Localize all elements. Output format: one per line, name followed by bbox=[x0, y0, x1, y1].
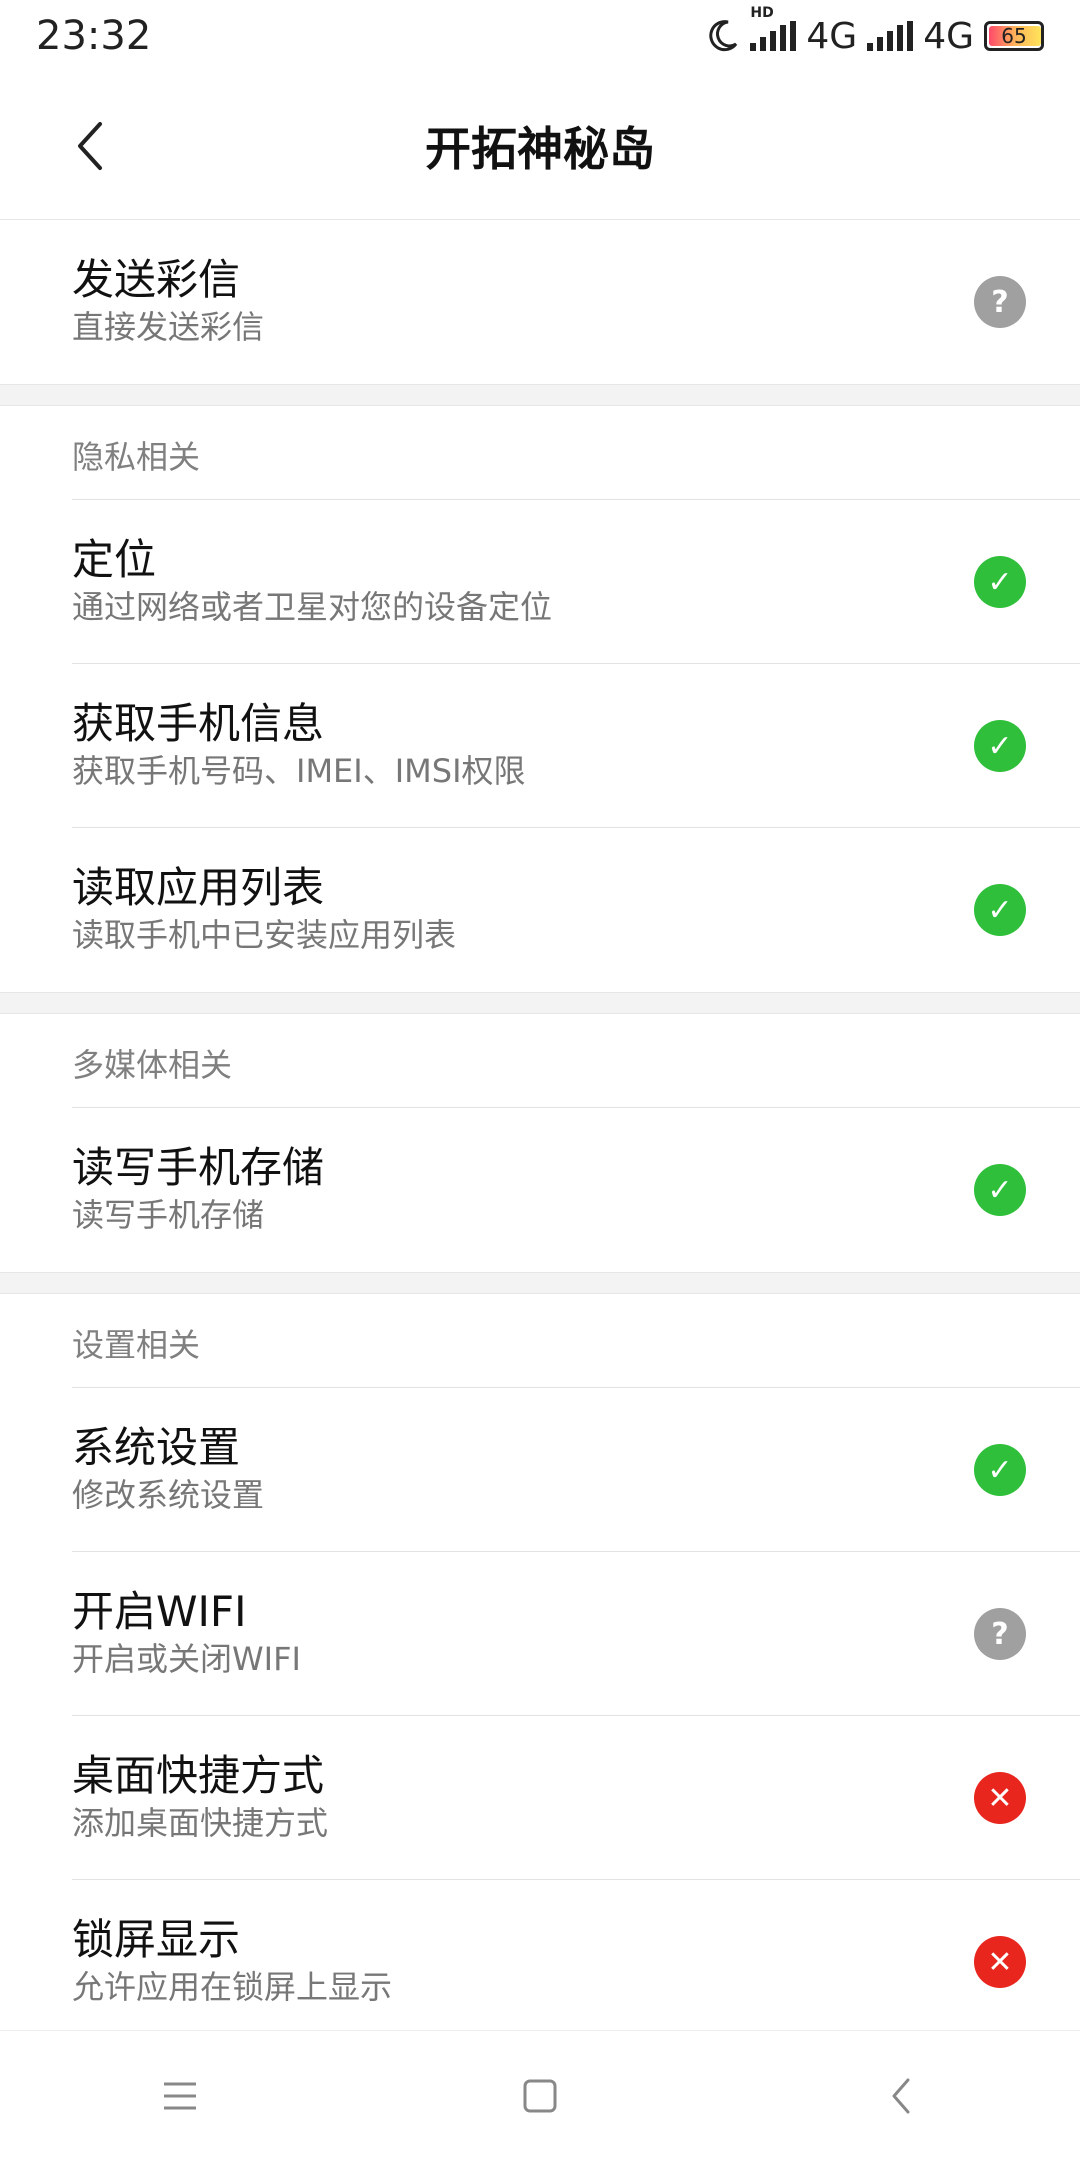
permission-description: 添加桌面快捷方式 bbox=[72, 1804, 329, 1842]
permission-description: 通过网络或者卫星对您的设备定位 bbox=[72, 588, 553, 626]
section-title: 设置相关 bbox=[72, 1326, 201, 1364]
close-icon[interactable]: ✕ bbox=[974, 1936, 1026, 1988]
permission-label: 系统设置 bbox=[72, 1423, 241, 1472]
permission-row[interactable]: 获取手机信息获取手机号码、IMEI、IMSI权限 ✓ bbox=[0, 664, 1080, 828]
permission-description: 获取手机号码、IMEI、IMSI权限 bbox=[72, 752, 526, 790]
page-title: 开拓神秘岛 bbox=[425, 121, 655, 176]
check-icon[interactable]: ✓ bbox=[974, 556, 1026, 608]
section-header: 多媒体相关 bbox=[0, 1014, 1080, 1108]
check-icon[interactable]: ✓ bbox=[974, 1444, 1026, 1496]
check-icon[interactable]: ✓ bbox=[974, 720, 1026, 772]
check-icon[interactable]: ✓ bbox=[974, 1164, 1026, 1216]
menu-button[interactable] bbox=[140, 2056, 220, 2136]
permission-label: 定位 bbox=[72, 535, 157, 584]
permission-row[interactable]: 系统设置修改系统设置 ✓ bbox=[0, 1388, 1080, 1552]
permission-row[interactable]: 读写手机存储 读写手机存储 ✓ bbox=[0, 1108, 1080, 1272]
signal-icon-2 bbox=[867, 21, 914, 51]
permission-label: 发送彩信 bbox=[72, 255, 241, 304]
permission-list: 发送彩信 直接发送彩信 ? 隐私相关 定位 通过网络或者卫星对您的设备定位 ✓ 获取手机… bbox=[0, 220, 1080, 2044]
square-icon bbox=[523, 2079, 557, 2112]
permission-label: 锁屏显示 bbox=[72, 1915, 241, 1964]
section-divider bbox=[0, 384, 1080, 406]
section-title: 多媒体相关 bbox=[72, 1046, 233, 1084]
status-icons: HD 4G 4G 65 bbox=[704, 5, 1044, 57]
permission-row[interactable]: 锁屏显示允许应用在锁屏上显示 ✕ bbox=[0, 1880, 1080, 2044]
permission-label: 获取手机信息 bbox=[72, 699, 325, 748]
permission-row[interactable]: 读取应用列表读取手机中已安装应用列表 ✓ bbox=[0, 828, 1080, 992]
permission-description: 读写手机存储 bbox=[72, 1196, 265, 1234]
permission-label: 读取应用列表 bbox=[72, 863, 325, 912]
battery-icon: 65 bbox=[984, 21, 1044, 51]
section-divider bbox=[0, 992, 1080, 1014]
section-divider bbox=[0, 1272, 1080, 1294]
permission-label: 读写手机存储 bbox=[72, 1143, 325, 1192]
chevron-left-icon bbox=[892, 2078, 910, 2113]
check-icon[interactable]: ✓ bbox=[974, 884, 1026, 936]
section-header: 隐私相关 bbox=[0, 406, 1080, 500]
permission-row-first[interactable]: 发送彩信 直接发送彩信 ? bbox=[0, 220, 1080, 384]
signal-icon bbox=[750, 21, 797, 51]
chevron-left-icon bbox=[78, 122, 102, 170]
permission-description: 修改系统设置 bbox=[72, 1476, 265, 1514]
back-button[interactable] bbox=[60, 116, 120, 176]
permission-description: 直接发送彩信 bbox=[72, 308, 265, 346]
permission-row[interactable]: 开启WIFI 开启或关闭WIFI? bbox=[0, 1552, 1080, 1716]
permission-label: 桌面快捷方式 bbox=[72, 1751, 325, 1800]
network-type-2: 4G bbox=[923, 15, 974, 57]
network-type-1: 4G bbox=[806, 15, 858, 57]
permission-description: 开启或关闭WIFI bbox=[72, 1640, 301, 1678]
battery-level: 65 bbox=[1001, 24, 1027, 48]
system-nav-bar bbox=[0, 2030, 1080, 2160]
question-icon[interactable]: ? bbox=[974, 276, 1026, 328]
close-icon[interactable]: ✕ bbox=[974, 1772, 1026, 1824]
hd-badge: HD bbox=[750, 5, 797, 51]
permission-row[interactable]: 定位通过网络或者卫星对您的设备定位 ✓ bbox=[0, 500, 1080, 664]
moon-icon bbox=[709, 20, 738, 52]
home-button[interactable] bbox=[500, 2056, 580, 2136]
menu-icon bbox=[164, 2082, 196, 2109]
status-bar: 23:32 HD 4G 4G 65 bbox=[0, 0, 1080, 72]
section-header: 设置相关 bbox=[0, 1294, 1080, 1388]
section-title: 隐私相关 bbox=[72, 438, 201, 476]
question-icon[interactable]: ? bbox=[974, 1608, 1026, 1660]
permission-row[interactable]: 桌面快捷方式添加桌面快捷方式 ✕ bbox=[0, 1716, 1080, 1880]
status-time: 23:32 bbox=[36, 13, 152, 59]
permission-description: 读取手机中已安装应用列表 bbox=[72, 916, 457, 954]
permission-label: 开启WIFI bbox=[72, 1587, 247, 1636]
nav-back-button[interactable] bbox=[860, 2056, 940, 2136]
app-header: 开拓神秘岛 bbox=[0, 72, 1080, 220]
permission-description: 允许应用在锁屏上显示 bbox=[72, 1968, 393, 2006]
